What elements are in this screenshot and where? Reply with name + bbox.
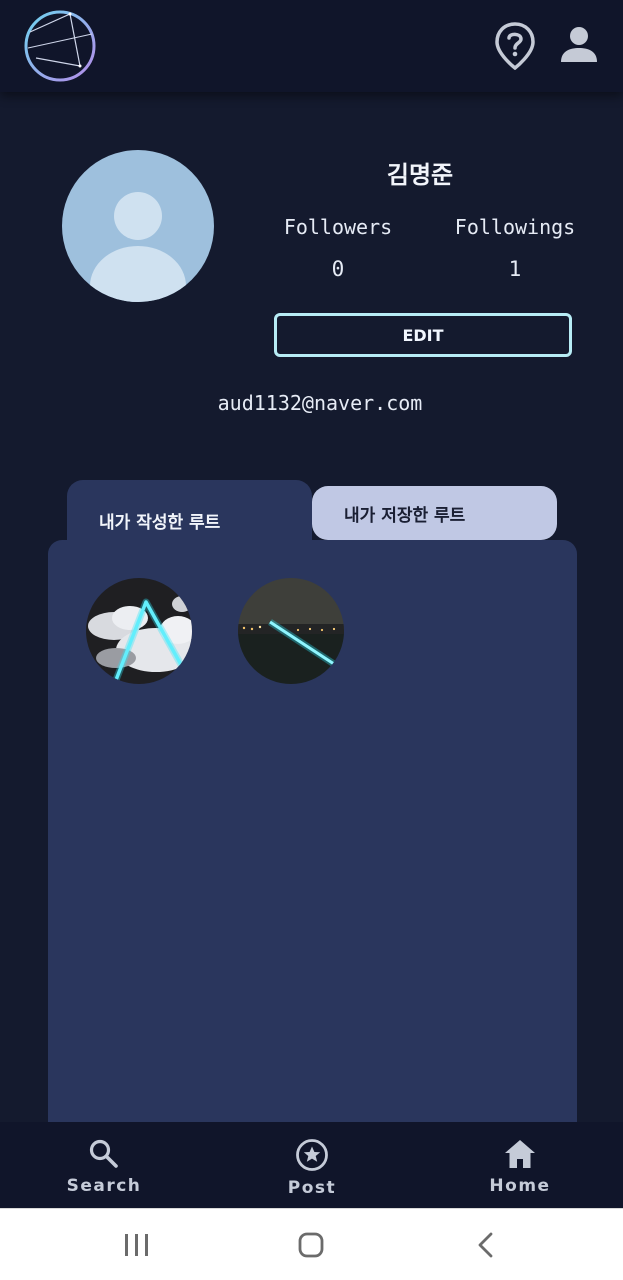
nav-search[interactable]: Search: [44, 1138, 164, 1196]
followings-count[interactable]: 1: [448, 257, 582, 281]
profile-name: 김명준: [386, 161, 454, 189]
edit-profile-button[interactable]: EDIT: [274, 313, 572, 357]
top-app-bar: [0, 0, 623, 92]
system-navigation-bar: [0, 1208, 623, 1280]
avatar: [62, 150, 214, 302]
route-thumbnail-night-river[interactable]: [238, 578, 344, 684]
nav-post-label: Post: [287, 1178, 337, 1198]
followers-count[interactable]: 0: [278, 257, 398, 281]
search-icon: [89, 1139, 118, 1168]
followings-label: Followings: [454, 215, 576, 239]
followers-label: Followers: [283, 215, 393, 239]
profile-email: aud1132@naver.com: [217, 391, 423, 415]
nav-post[interactable]: Post: [252, 1138, 372, 1198]
route-thumbnail-cloud[interactable]: [86, 578, 192, 684]
home-icon: [505, 1140, 535, 1168]
back-icon[interactable]: [474, 1231, 498, 1263]
recent-apps-icon[interactable]: [122, 1231, 152, 1263]
nav-home[interactable]: Home: [460, 1138, 580, 1196]
home-circle-icon[interactable]: [297, 1231, 325, 1263]
user-profile-icon[interactable]: [558, 24, 600, 66]
nav-search-label: Search: [66, 1176, 142, 1196]
bottom-navigation: Search Post Home: [0, 1122, 623, 1208]
star-circle-icon: [296, 1139, 328, 1171]
tab-saved-routes[interactable]: 내가 저장한 루트: [312, 486, 557, 540]
app-logo-icon[interactable]: [22, 8, 98, 84]
routes-panel: [48, 540, 577, 1124]
nav-home-label: Home: [489, 1176, 551, 1196]
help-location-icon[interactable]: [494, 22, 536, 71]
